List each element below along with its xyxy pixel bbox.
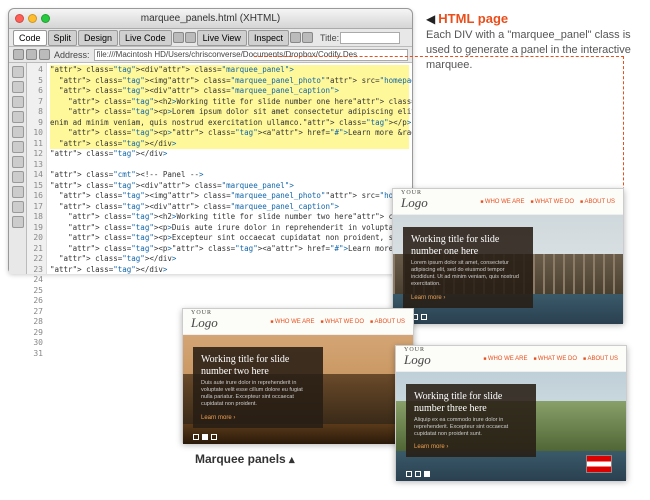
tool-icon[interactable]	[12, 111, 24, 123]
caption-title: Working title for slide number one here	[411, 234, 525, 257]
side-toolbar	[9, 63, 27, 274]
caption-text: Aliquip ex ea commodo irure dolor in rep…	[414, 417, 528, 438]
marquee-panel-preview-3: YOURLogo WHO WE AREWHAT WE DOABOUT US Wo…	[395, 345, 627, 480]
learn-more-link[interactable]: Learn more ›	[414, 444, 448, 450]
annotation-heading: HTML page	[438, 11, 508, 26]
code-editor-window: marquee_panels.html (XHTML) Code Split D…	[8, 8, 413, 273]
panel-caption: Working title for slide number three her…	[406, 384, 536, 457]
panel-caption: Working title for slide number two here …	[193, 347, 323, 428]
code-area[interactable]: "attr"> class="tag"><div"attr"> class="m…	[47, 63, 412, 274]
annotation-html-page: ◀ HTML page Each DIV with a "marquee_pan…	[426, 10, 636, 72]
panel-caption: Working title for slide number one here …	[403, 227, 533, 308]
up-arrow-icon: ▴	[289, 454, 295, 466]
home-icon[interactable]	[39, 49, 50, 60]
tool-icon[interactable]	[12, 186, 24, 198]
minimize-icon[interactable]	[28, 14, 37, 23]
panel-hero: Working title for slide number two here …	[183, 335, 413, 444]
maximize-icon[interactable]	[41, 14, 50, 23]
tool-icon[interactable]	[12, 201, 24, 213]
multiscreen-icon[interactable]	[290, 32, 301, 43]
caption-title: Working title for slide number two here	[201, 354, 315, 377]
view-toolbar: Code Split Design Live Code Live View In…	[9, 29, 412, 47]
line-gutter: 4567891011121314151617181920212223242526…	[27, 63, 47, 274]
tool-icon[interactable]	[12, 171, 24, 183]
address-input[interactable]	[94, 49, 408, 61]
panel-nav: WHO WE AREWHAT WE DOABOUT US	[270, 319, 405, 325]
panel-header: YOURLogo WHO WE AREWHAT WE DOABOUT US	[396, 346, 626, 372]
tab-split[interactable]: Split	[48, 30, 78, 46]
tool-icon[interactable]	[12, 126, 24, 138]
address-label: Address:	[54, 50, 90, 60]
editor-body: 4567891011121314151617181920212223242526…	[9, 63, 412, 274]
logo: YOURLogo	[401, 192, 428, 211]
tool-icon[interactable]	[173, 32, 184, 43]
tool-icon[interactable]	[12, 156, 24, 168]
tool-icon[interactable]	[12, 216, 24, 228]
logo: YOURLogo	[404, 349, 431, 368]
window-title: marquee_panels.html (XHTML)	[141, 13, 281, 24]
forward-icon[interactable]	[26, 49, 37, 60]
live-view-button[interactable]: Live View	[197, 30, 247, 46]
tab-code[interactable]: Code	[13, 30, 47, 46]
marquee-panel-preview-1: YOURLogo WHO WE AREWHAT WE DOABOUT US Wo…	[392, 188, 624, 323]
caption-text: Duis aute irure dolor in reprehenderit i…	[201, 380, 315, 409]
caption-text: Lorem ipsum dolor sit amet, consectetur …	[411, 260, 525, 289]
back-icon[interactable]	[13, 49, 24, 60]
window-titlebar[interactable]: marquee_panels.html (XHTML)	[9, 9, 412, 29]
slide-dots[interactable]	[193, 434, 217, 440]
tool-icon[interactable]	[302, 32, 313, 43]
panel-header: YOURLogo WHO WE AREWHAT WE DOABOUT US	[393, 189, 623, 215]
tool-icon[interactable]	[12, 96, 24, 108]
panel-hero: Working title for slide number three her…	[396, 372, 626, 481]
inspect-button[interactable]: Inspect	[248, 30, 289, 46]
tool-icon[interactable]	[185, 32, 196, 43]
tab-design[interactable]: Design	[78, 30, 118, 46]
slide-dots[interactable]	[406, 471, 430, 477]
tool-icon[interactable]	[12, 66, 24, 78]
panel-hero: Working title for slide number one here …	[393, 215, 623, 324]
tool-icon[interactable]	[12, 81, 24, 93]
traffic-lights	[15, 14, 50, 23]
caption-title: Working title for slide number three her…	[414, 391, 528, 414]
annotation-body: Each DIV with a "marquee_panel" class is…	[426, 29, 631, 71]
title-input[interactable]	[340, 32, 400, 44]
panel-nav: WHO WE AREWHAT WE DOABOUT US	[483, 356, 618, 362]
live-code-button[interactable]: Live Code	[119, 30, 172, 46]
panel-header: YOURLogo WHO WE AREWHAT WE DOABOUT US	[183, 309, 413, 335]
flag-icon	[586, 455, 612, 473]
logo: YOURLogo	[191, 312, 218, 331]
left-arrow-icon: ◀	[426, 12, 435, 26]
learn-more-link[interactable]: Learn more ›	[201, 415, 235, 421]
annotation-marquee-panels: Marquee panels ▴	[195, 452, 295, 466]
marquee-panel-preview-2: YOURLogo WHO WE AREWHAT WE DOABOUT US Wo…	[182, 308, 414, 443]
title-label: Title:	[320, 33, 339, 43]
address-toolbar: Address:	[9, 47, 412, 63]
close-icon[interactable]	[15, 14, 24, 23]
learn-more-link[interactable]: Learn more ›	[411, 295, 445, 301]
tool-icon[interactable]	[12, 141, 24, 153]
panel-nav: WHO WE AREWHAT WE DOABOUT US	[480, 199, 615, 205]
